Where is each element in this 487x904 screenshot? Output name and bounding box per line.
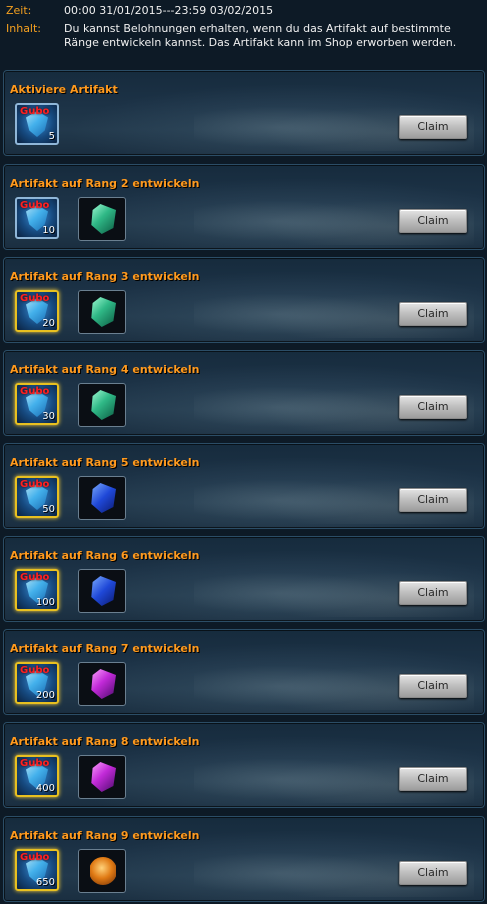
item-quantity: 10 [42, 225, 55, 236]
item-quantity: 20 [42, 318, 55, 329]
stone-item-slot[interactable] [78, 383, 126, 427]
content-line-1: Du kannst Belohnungen erhalten, wenn du … [64, 22, 451, 35]
claim-button[interactable]: Claim [399, 209, 467, 233]
item-name-label: Gubo [20, 293, 50, 304]
stone-item-slot[interactable] [78, 849, 126, 893]
reward-panel: Artifakt auf Rang 2 entwickeln Gubo 10 Clai… [3, 164, 485, 250]
content-line-2: Ränge entwickeln kannst. Das Artifakt ka… [64, 36, 457, 49]
item-name-label: Gubo [20, 572, 50, 583]
content-label: Inhalt: [6, 22, 42, 35]
reward-panel: Artifakt auf Rang 6 entwickeln Gubo 100 Cla… [3, 536, 485, 622]
item-name-label: Gubo [20, 758, 50, 769]
item-quantity: 650 [35, 877, 55, 888]
event-header: Zeit: 00:00 31/01/2015---23:59 03/02/201… [0, 0, 487, 62]
gubo-item-slot[interactable]: Gubo 50 [15, 476, 59, 518]
item-name-label: Gubo [20, 200, 50, 211]
stone-item-slot[interactable] [78, 569, 126, 613]
green-stone-icon [91, 204, 116, 234]
stone-item-slot[interactable] [78, 290, 126, 334]
time-value: 00:00 31/01/2015---23:59 03/02/2015 [64, 4, 274, 17]
green-stone-icon [91, 390, 116, 420]
stone-item-slot[interactable] [78, 662, 126, 706]
gubo-item-slot[interactable]: Gubo 200 [15, 662, 59, 704]
item-name-label: Gubo [20, 386, 50, 397]
item-name-label: Gubo [20, 852, 50, 863]
reward-title: Artifakt auf Rang 7 entwickeln [10, 642, 200, 655]
gubo-item-slot[interactable]: Gubo 400 [15, 755, 59, 797]
item-quantity: 400 [35, 783, 55, 794]
reward-panel: Aktiviere Artifakt Gubo 5 Claim [3, 70, 485, 156]
blue-stone-icon [91, 576, 116, 606]
reward-title: Artifakt auf Rang 8 entwickeln [10, 735, 200, 748]
purple-stone-icon [91, 762, 116, 792]
claim-button[interactable]: Claim [399, 674, 467, 698]
time-row: Zeit: 00:00 31/01/2015---23:59 03/02/201… [6, 4, 273, 18]
green-stone-icon [91, 297, 116, 327]
stone-item-slot[interactable] [78, 755, 126, 799]
orange-stone-icon [90, 856, 116, 886]
item-name-label: Gubo [20, 106, 50, 117]
item-quantity: 30 [42, 411, 55, 422]
reward-title: Artifakt auf Rang 3 entwickeln [10, 270, 200, 283]
gubo-item-slot[interactable]: Gubo 20 [15, 290, 59, 332]
blue-stone-icon [91, 483, 116, 513]
stone-item-slot[interactable] [78, 476, 126, 520]
item-name-label: Gubo [20, 479, 50, 490]
item-quantity: 100 [35, 597, 55, 608]
item-quantity: 200 [35, 690, 55, 701]
reward-title: Artifakt auf Rang 9 entwickeln [10, 829, 200, 842]
gubo-item-slot[interactable]: Gubo 100 [15, 569, 59, 611]
claim-button[interactable]: Claim [399, 581, 467, 605]
reward-title: Artifakt auf Rang 4 entwickeln [10, 363, 200, 376]
item-quantity: 50 [42, 504, 55, 515]
content-row: Inhalt: Du kannst Belohnungen erhalten, … [6, 22, 456, 50]
reward-panel: Artifakt auf Rang 7 entwickeln Gubo 200 Cla… [3, 629, 485, 715]
item-name-label: Gubo [20, 665, 50, 676]
reward-title: Artifakt auf Rang 5 entwickeln [10, 456, 200, 469]
reward-panel: Artifakt auf Rang 5 entwickeln Gubo 50 Clai… [3, 443, 485, 529]
reward-panel: Artifakt auf Rang 4 entwickeln Gubo 30 Clai… [3, 350, 485, 436]
claim-button[interactable]: Claim [399, 767, 467, 791]
gubo-item-slot[interactable]: Gubo 5 [15, 103, 59, 145]
time-label: Zeit: [6, 4, 32, 17]
claim-button[interactable]: Claim [399, 861, 467, 885]
claim-button[interactable]: Claim [399, 395, 467, 419]
claim-button[interactable]: Claim [399, 115, 467, 139]
reward-panel: Artifakt auf Rang 8 entwickeln Gubo 400 Cla… [3, 722, 485, 808]
reward-panel: Artifakt auf Rang 9 entwickeln Gubo 650 Cla… [3, 816, 485, 902]
stone-item-slot[interactable] [78, 197, 126, 241]
claim-button[interactable]: Claim [399, 488, 467, 512]
reward-title: Artifakt auf Rang 2 entwickeln [10, 177, 200, 190]
content-value: Du kannst Belohnungen erhalten, wenn du … [64, 22, 456, 50]
reward-panel: Artifakt auf Rang 3 entwickeln Gubo 20 Clai… [3, 257, 485, 343]
claim-button[interactable]: Claim [399, 302, 467, 326]
gubo-item-slot[interactable]: Gubo 30 [15, 383, 59, 425]
reward-title: Aktiviere Artifakt [10, 83, 118, 96]
gubo-item-slot[interactable]: Gubo 10 [15, 197, 59, 239]
purple-stone-icon [91, 669, 116, 699]
item-quantity: 5 [48, 131, 55, 142]
reward-title: Artifakt auf Rang 6 entwickeln [10, 549, 200, 562]
gubo-item-slot[interactable]: Gubo 650 [15, 849, 59, 891]
